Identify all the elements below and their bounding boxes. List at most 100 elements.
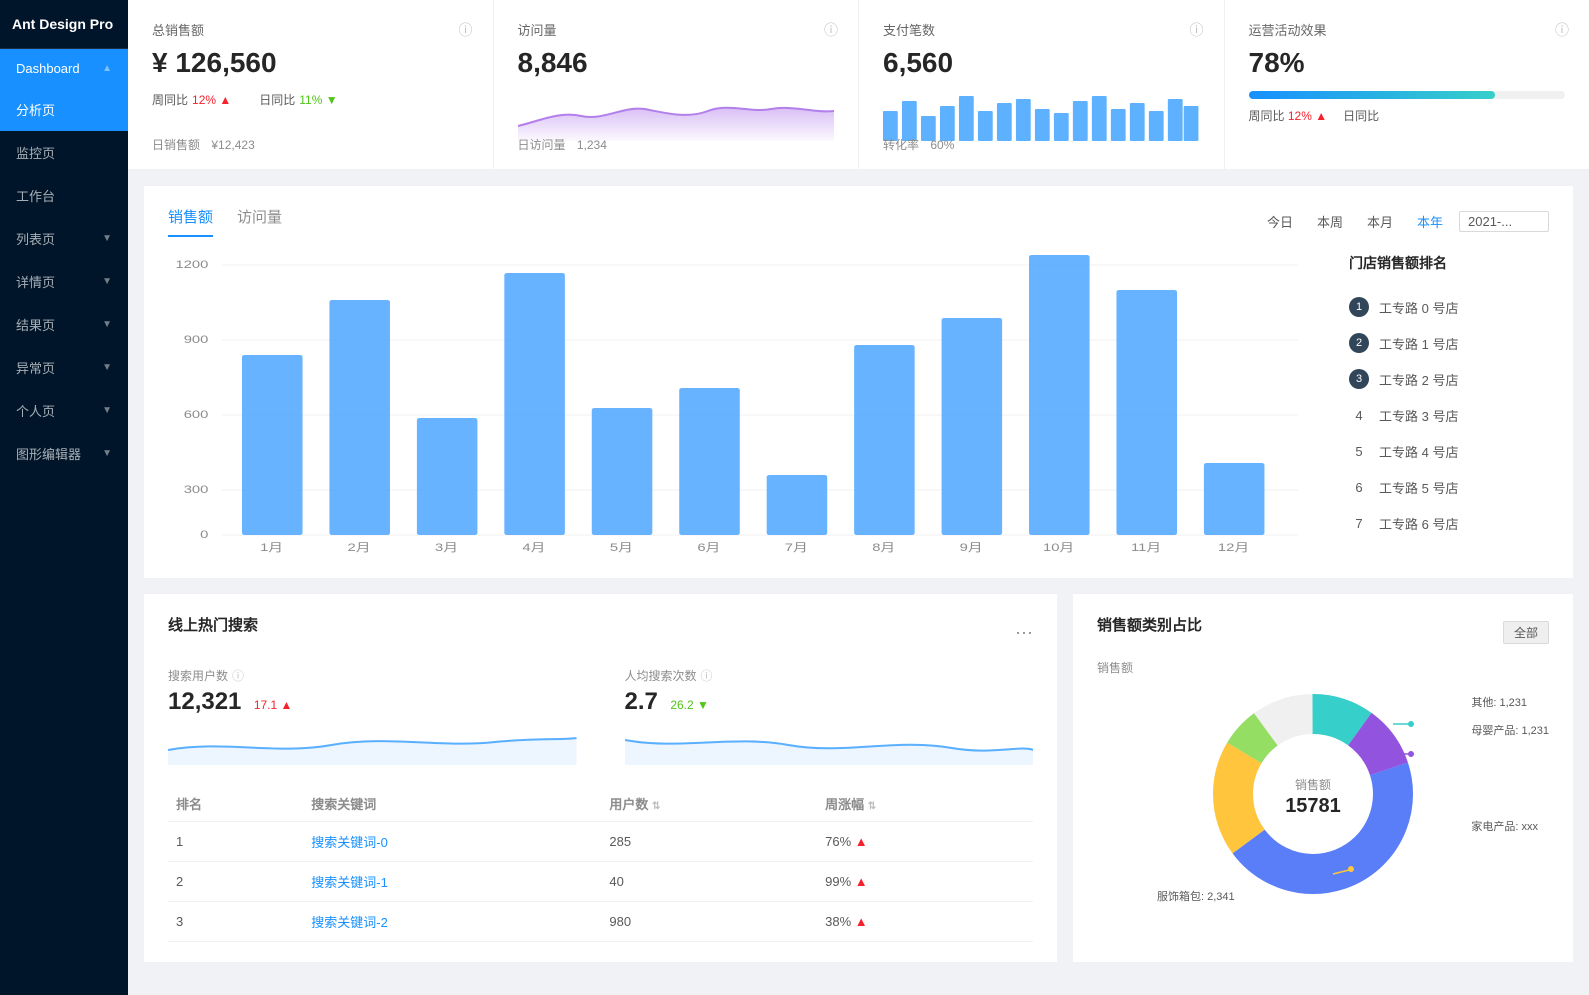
rank-badge-6: 6 (1349, 477, 1369, 497)
row-keyword: 搜索关键词-2 (303, 902, 601, 942)
chevron-icon-profile: ▼ (102, 405, 112, 416)
chart-section: 销售额 访问量 今日 本周 本月 本年 1200 900 600 300 (144, 186, 1573, 578)
info-icon-avg-search[interactable]: ⓘ (701, 667, 713, 684)
payments-value: 6,560 (883, 47, 1200, 79)
stat-card-total-sales: 总销售额 ⓘ ¥ 126,560 周同比 12% ▲ 日同比 11% ▼ 日销售… (128, 0, 494, 169)
svg-text:1月: 1月 (260, 541, 283, 553)
search-avg-count: 人均搜索次数 ⓘ 2.7 26.2 ▼ (625, 667, 1034, 770)
sidebar: Ant Design Pro Dashboard ▲ 分析页 监控页 工作台 列… (0, 0, 128, 995)
row-rank: 3 (168, 902, 303, 942)
table-row: 3 搜索关键词-2 980 38% ▲ (168, 902, 1033, 942)
info-icon-user-count[interactable]: ⓘ (232, 667, 244, 684)
tab-sales[interactable]: 销售额 (168, 206, 213, 237)
legend-maternity: 母婴产品: 1,231 (1471, 722, 1549, 738)
total-sales-week-badge: 周同比 12% ▲ (152, 91, 231, 108)
total-sales-footer: 日销售额 ¥12,423 (152, 136, 255, 153)
rank-badge-5: 5 (1349, 441, 1369, 461)
visits-mini-chart (518, 91, 835, 141)
donut-title: 销售额类别占比 (1097, 614, 1202, 635)
legend-clothing: 服饰箱包: 2,341 (1157, 888, 1235, 904)
donut-header: 销售额类别占比 全部 (1097, 614, 1549, 651)
svg-text:600: 600 (184, 408, 209, 421)
donut-chart-area: 销售额 15781 其他: 1,231 母婴产品: 1,231 家电产品: xx… (1097, 684, 1549, 904)
donut-svg: 销售额 15781 (1183, 684, 1463, 904)
total-sales-day-badge: 日同比 11% ▼ (259, 91, 337, 108)
store-ranking-title: 门店销售额排名 (1349, 253, 1549, 273)
col-rank: 排名 (168, 786, 303, 822)
stats-row: 总销售额 ⓘ ¥ 126,560 周同比 12% ▲ 日同比 11% ▼ 日销售… (128, 0, 1589, 170)
app-logo: Ant Design Pro (0, 0, 128, 49)
sidebar-item-dashboard[interactable]: Dashboard ▲ (0, 49, 128, 88)
user-count-chart (168, 720, 577, 770)
chart-body: 1200 900 600 300 0 (168, 253, 1549, 558)
store-item-1: 1 工专路 0 号店 (1349, 289, 1549, 325)
sidebar-item-active-page[interactable]: 分析页 (0, 88, 128, 131)
col-growth: 周涨幅 ⇅ (817, 786, 1033, 822)
operations-progress-bar (1249, 91, 1566, 99)
sort-icon-users[interactable]: ⇅ (652, 801, 660, 812)
sidebar-item-profile[interactable]: 个人页 ▼ (0, 389, 128, 432)
donut-sub-label: 销售额 (1097, 659, 1549, 676)
payments-title: 支付笔数 (883, 20, 1200, 39)
chart-tabs: 销售额 访问量 (168, 206, 282, 237)
row-users: 285 (601, 822, 817, 862)
chevron-icon-list: ▼ (102, 233, 112, 244)
rank-badge-1: 1 (1349, 297, 1369, 317)
rank-badge-4: 4 (1349, 405, 1369, 425)
period-week[interactable]: 本周 (1309, 210, 1351, 233)
search-stats: 搜索用户数 ⓘ 12,321 17.1 ▲ (168, 667, 1033, 770)
table-row: 1 搜索关键词-0 285 76% ▲ (168, 822, 1033, 862)
svg-text:8月: 8月 (872, 541, 895, 553)
main-content: 总销售额 ⓘ ¥ 126,560 周同比 12% ▲ 日同比 11% ▼ 日销售… (128, 0, 1589, 995)
sidebar-item-detail[interactable]: 详情页 ▼ (0, 260, 128, 303)
info-icon-payments[interactable]: ⓘ (1190, 20, 1204, 40)
table-row: 2 搜索关键词-1 40 99% ▲ (168, 862, 1033, 902)
sidebar-item-error[interactable]: 异常页 ▼ (0, 346, 128, 389)
payments-mini-chart (883, 91, 1200, 141)
svg-text:300: 300 (184, 483, 209, 496)
store-item-5: 5 工专路 4 号店 (1349, 433, 1549, 469)
avg-search-trend: 26.2 ▼ (670, 698, 709, 712)
search-more-icon[interactable]: ··· (1015, 622, 1033, 643)
row-growth: 38% ▲ (817, 902, 1033, 942)
visits-title: 访问量 (518, 20, 835, 39)
row-keyword: 搜索关键词-1 (303, 862, 601, 902)
operations-title: 运营活动效果 (1249, 20, 1566, 39)
operations-value: 78% (1249, 47, 1566, 79)
search-section: 线上热门搜索 ··· 搜索用户数 ⓘ 12,321 17.1 ▲ (144, 594, 1057, 962)
row-users: 40 (601, 862, 817, 902)
sidebar-item-monitor[interactable]: 监控页 (0, 131, 128, 174)
info-icon-total-sales[interactable]: ⓘ (459, 20, 473, 40)
period-month[interactable]: 本月 (1359, 210, 1401, 233)
search-section-title: 线上热门搜索 (168, 614, 258, 635)
store-item-2: 2 工专路 1 号店 (1349, 325, 1549, 361)
svg-text:销售额: 销售额 (1295, 777, 1331, 792)
row-users: 980 (601, 902, 817, 942)
avg-search-chart (625, 720, 1034, 770)
sidebar-item-workbench[interactable]: 工作台 (0, 174, 128, 217)
chart-header: 销售额 访问量 今日 本周 本月 本年 (168, 206, 1549, 237)
svg-text:11月: 11月 (1131, 541, 1161, 553)
sidebar-item-graph-editor[interactable]: 图形编辑器 ▼ (0, 432, 128, 475)
sort-icon-growth[interactable]: ⇅ (868, 801, 876, 812)
svg-text:3月: 3月 (435, 541, 458, 553)
svg-text:12月: 12月 (1218, 541, 1249, 553)
svg-text:5月: 5月 (610, 541, 633, 553)
period-today[interactable]: 今日 (1259, 210, 1301, 233)
col-keyword: 搜索关键词 (303, 786, 601, 822)
sidebar-item-result[interactable]: 结果页 ▼ (0, 303, 128, 346)
info-icon-visits[interactable]: ⓘ (824, 20, 838, 40)
period-date-input[interactable] (1459, 211, 1549, 232)
period-year[interactable]: 本年 (1409, 210, 1451, 233)
tab-visits[interactable]: 访问量 (237, 206, 282, 237)
sidebar-item-list[interactable]: 列表页 ▼ (0, 217, 128, 260)
store-ranking: 门店销售额排名 1 工专路 0 号店 2 工专路 1 号店 3 工专路 2 号店… (1349, 253, 1549, 558)
bottom-row: 线上热门搜索 ··· 搜索用户数 ⓘ 12,321 17.1 ▲ (144, 594, 1573, 962)
all-button[interactable]: 全部 (1503, 621, 1549, 644)
operations-progress-fill (1249, 91, 1496, 99)
row-growth: 76% ▲ (817, 822, 1033, 862)
info-icon-operations[interactable]: ⓘ (1555, 20, 1569, 40)
rank-badge-2: 2 (1349, 333, 1369, 353)
store-item-3: 3 工专路 2 号店 (1349, 361, 1549, 397)
visits-value: 8,846 (518, 47, 835, 79)
